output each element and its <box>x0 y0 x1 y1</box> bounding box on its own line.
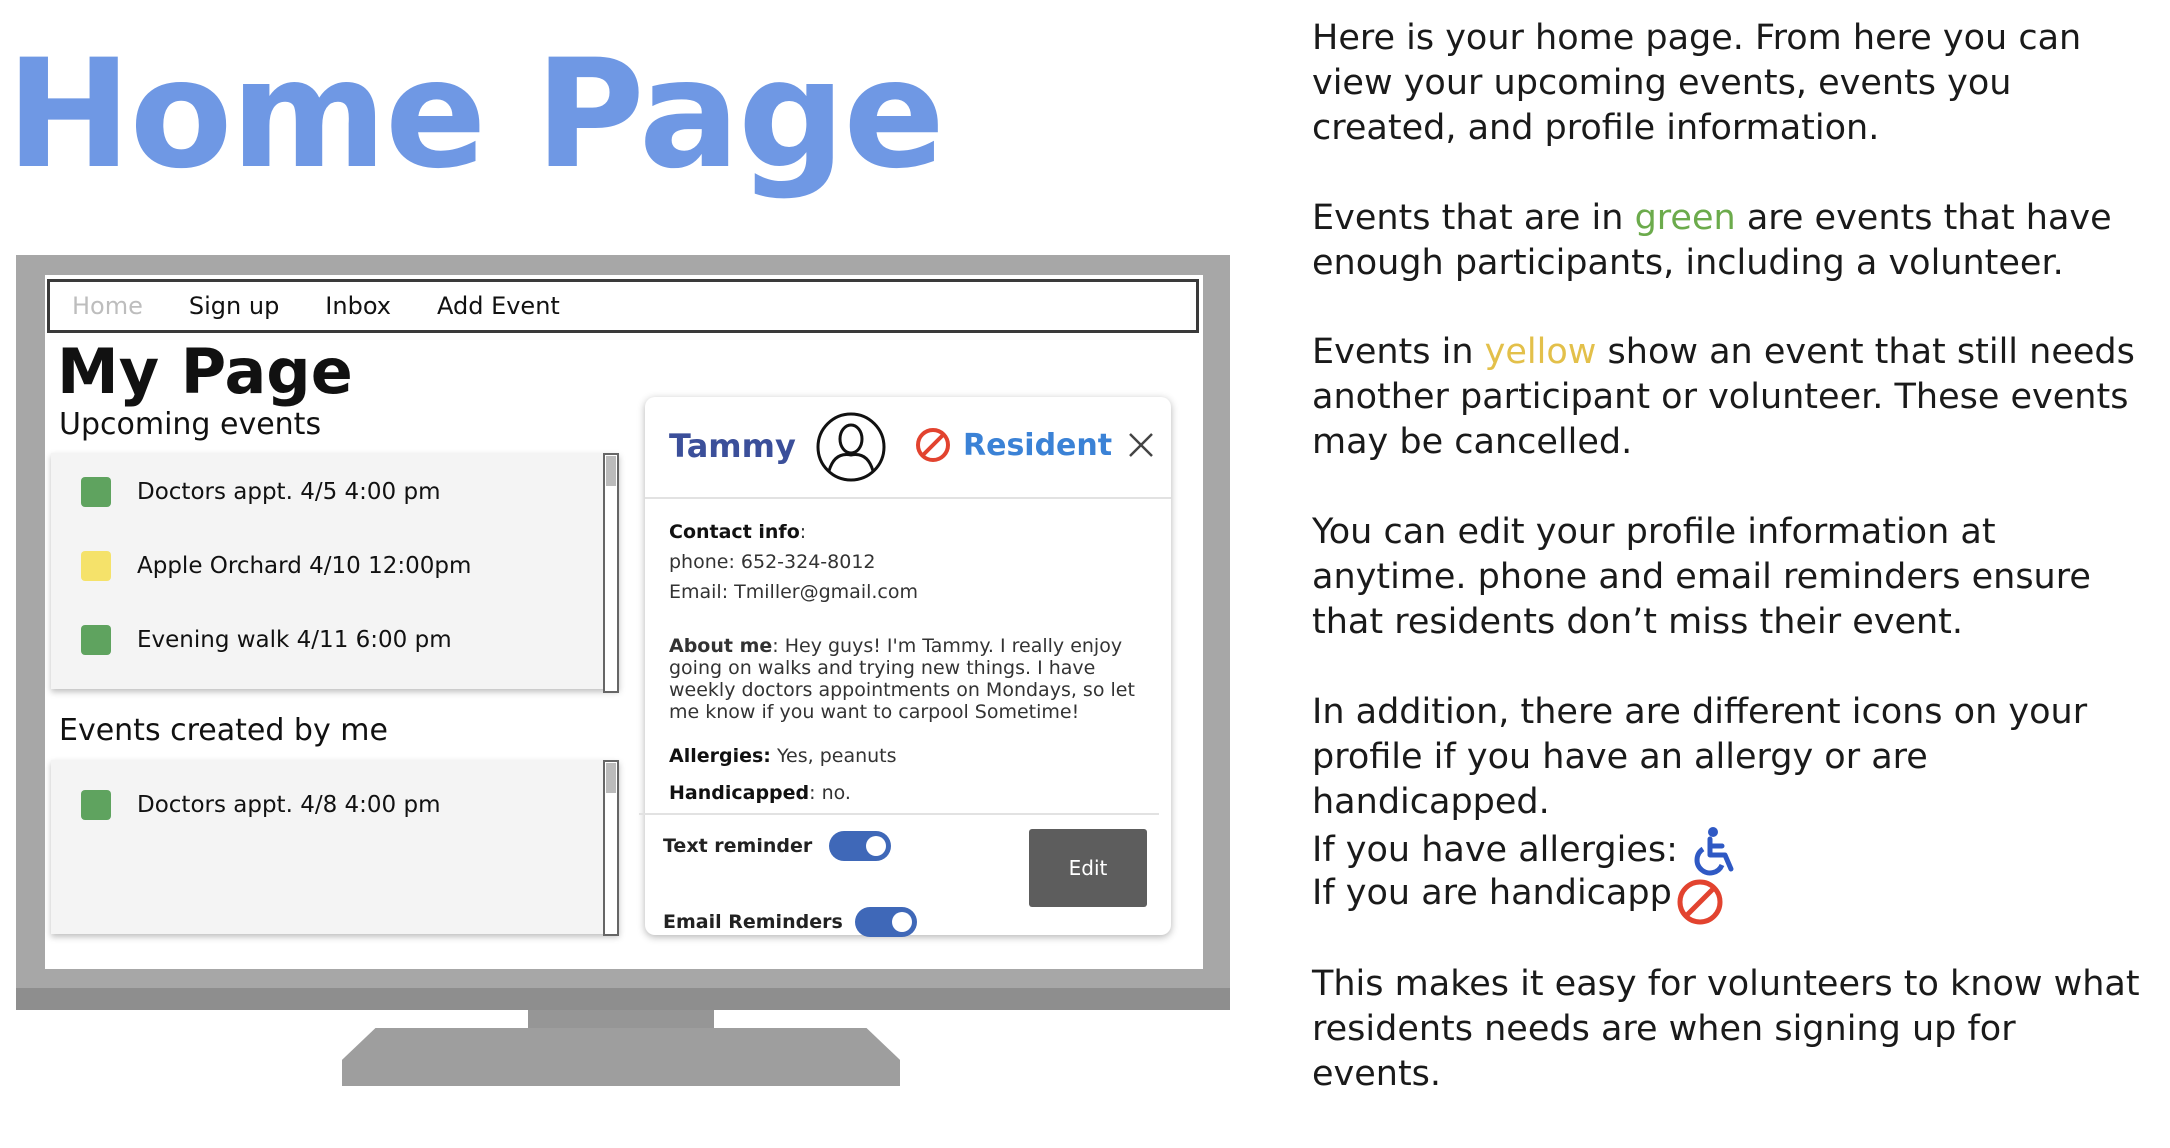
wheelchair-icon <box>1694 827 1734 876</box>
email-reminder-toggle[interactable] <box>855 907 917 937</box>
handicapped-line: Handicapped: no. <box>669 782 851 804</box>
text-reminder-toggle[interactable] <box>829 831 891 861</box>
upcoming-events-list: Doctors appt. 4/5 4:00 pm Apple Orchard … <box>51 453 619 689</box>
divider <box>639 813 1159 815</box>
nav-sign-up[interactable]: Sign up <box>189 292 279 320</box>
close-icon[interactable] <box>1127 431 1155 459</box>
about-me: About me: Hey guys! I'm Tammy. I really … <box>669 635 1135 723</box>
email-reminder-label: Email Reminders <box>663 911 843 933</box>
nav-bar: Home Sign up Inbox Add Event <box>47 279 1199 333</box>
text-reminder-label: Text reminder <box>663 835 813 857</box>
profile-name: Tammy <box>669 427 796 465</box>
list-item[interactable]: Doctors appt. 4/5 4:00 pm <box>81 477 441 507</box>
monitor-bezel <box>16 988 1230 1010</box>
scroll-thumb[interactable] <box>606 763 616 793</box>
status-swatch-green <box>81 625 111 655</box>
app-screen: Home Sign up Inbox Add Event My Page Upc… <box>45 275 1203 969</box>
contact-info-label: Contact info: <box>669 521 807 543</box>
edit-button[interactable]: Edit <box>1029 829 1147 907</box>
role-badge: Resident <box>915 427 1112 463</box>
event-label: Doctors appt. 4/5 4:00 pm <box>137 479 441 505</box>
phone-value: phone: 652-324-8012 <box>669 551 876 573</box>
prohibited-icon <box>1677 879 1723 925</box>
role-label: Resident <box>963 427 1113 463</box>
profile-card: Tammy Resident Contact info: phone: 652-… <box>639 397 1171 937</box>
handicapped-icon-line: If you are handicappe <box>1312 872 1672 913</box>
description-yellow: Events in yellow show an event that stil… <box>1312 332 2135 462</box>
status-swatch-yellow <box>81 551 111 581</box>
nav-inbox[interactable]: Inbox <box>325 292 391 320</box>
description-icons: In addition, there are different icons o… <box>1312 692 2088 822</box>
created-scrollbar[interactable] <box>603 760 619 936</box>
avatar-icon <box>816 412 886 482</box>
upcoming-scrollbar[interactable] <box>603 453 619 693</box>
created-events-label: Events created by me <box>59 713 388 748</box>
monitor-stand-base <box>342 1028 900 1086</box>
description-intro: Here is your home page. From here you ca… <box>1312 18 2082 148</box>
description-profile: You can edit your profile information at… <box>1312 512 2091 642</box>
list-item[interactable]: Apple Orchard 4/10 12:00pm <box>81 551 501 581</box>
event-label: Apple Orchard 4/10 12:00pm <box>137 553 472 579</box>
list-item[interactable]: Evening walk 4/11 6:00 pm <box>81 625 452 655</box>
status-swatch-green <box>81 790 111 820</box>
allergies-line: Allergies: Yes, peanuts <box>669 745 897 767</box>
event-label: Evening walk 4/11 6:00 pm <box>137 627 452 653</box>
nav-add-event[interactable]: Add Event <box>437 292 560 320</box>
divider <box>645 497 1171 499</box>
scroll-thumb[interactable] <box>606 456 616 486</box>
status-swatch-green <box>81 477 111 507</box>
description-green: Events that are in green are events that… <box>1312 198 2112 283</box>
created-events-list: Doctors appt. 4/8 4:00 pm <box>51 760 619 934</box>
upcoming-events-label: Upcoming events <box>59 407 322 442</box>
my-page-heading: My Page <box>57 335 353 408</box>
description-closing: This makes it easy for volunteers to kno… <box>1312 964 2140 1094</box>
nav-home[interactable]: Home <box>72 292 143 320</box>
page-title: Home Page <box>6 28 945 202</box>
list-item[interactable]: Doctors appt. 4/8 4:00 pm <box>81 790 441 820</box>
email-value: Email: Tmiller@gmail.com <box>669 581 918 603</box>
event-label: Doctors appt. 4/8 4:00 pm <box>137 792 441 818</box>
prohibited-icon <box>916 428 950 462</box>
